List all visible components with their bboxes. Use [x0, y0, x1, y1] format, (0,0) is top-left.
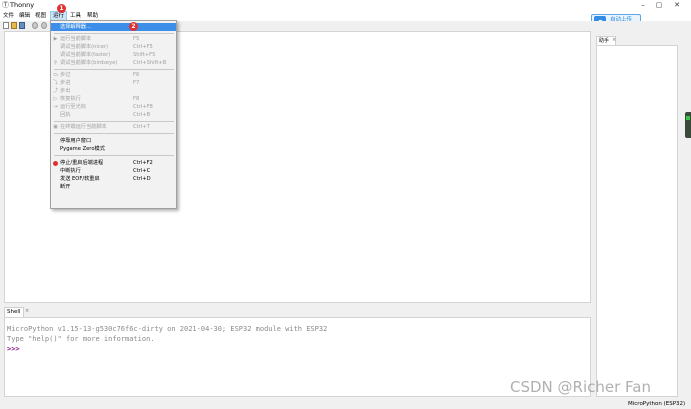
- open-folder-icon[interactable]: [11, 22, 17, 29]
- menu-separator: [54, 33, 174, 34]
- menu-item-debug-nicer[interactable]: 调试当前脚本(nicer) Ctrl+F5: [51, 44, 176, 51]
- menu-item-step-over[interactable]: ⤼ 步过 F6: [51, 72, 176, 79]
- side-handle-icon[interactable]: [685, 112, 691, 138]
- birdseye-icon: ⚲: [53, 60, 58, 66]
- window-title: Thonny: [10, 1, 35, 9]
- menu-item-run-current-script[interactable]: ▶ 运行当前脚本 F5: [51, 36, 176, 43]
- menu-item-debug-faster[interactable]: 调试当前脚本(faster) Shift+F5: [51, 52, 176, 59]
- menu-item-stop-restart-backend[interactable]: 停止/重启后端进程 Ctrl+F2: [51, 160, 176, 167]
- menu-item-debug-birdseye[interactable]: ⚲ 调试当前脚本(birdseye) Ctrl+Shift+B: [51, 60, 176, 67]
- menu-separator: [54, 133, 174, 134]
- menu-item-pygame-zero-mode[interactable]: Pygame Zero模式: [51, 146, 176, 153]
- interpreter-status[interactable]: MicroPython (ESP32): [628, 399, 685, 409]
- step-badge-1: 1: [57, 4, 66, 13]
- menu-item-step-into[interactable]: ⤵ 步进 F7: [51, 80, 176, 87]
- menu-edit[interactable]: 编辑: [17, 11, 32, 21]
- menu-view[interactable]: 视图: [33, 11, 48, 21]
- shell-line-version: MicroPython v1.15-13-g530c76f6c-dirty on…: [7, 325, 328, 333]
- assistant-close-icon[interactable]: ×: [612, 37, 616, 43]
- menu-separator: [54, 121, 174, 122]
- menu-item-select-interpreter[interactable]: 选择解释器...: [51, 23, 176, 31]
- run-dropdown-menu: 选择解释器... ▶ 运行当前脚本 F5 调试当前脚本(nicer) Ctrl+…: [50, 20, 177, 209]
- menu-item-disconnect[interactable]: 断开: [51, 184, 176, 191]
- shell-tab[interactable]: Shell: [4, 307, 24, 317]
- shell-line-help: Type "help()" for more information.: [7, 335, 155, 343]
- save-icon[interactable]: [19, 22, 25, 29]
- maximize-button[interactable]: ▢: [650, 0, 668, 11]
- menu-item-resume[interactable]: ▷ 恢复执行 F8: [51, 96, 176, 103]
- step-out-icon: ⤴: [53, 88, 59, 94]
- shell-console[interactable]: MicroPython v1.15-13-g530c76f6c-dirty on…: [4, 317, 591, 397]
- step-badge-2: 2: [129, 22, 138, 31]
- stop-icon: [53, 161, 58, 166]
- debug-icon[interactable]: [41, 22, 47, 29]
- watermark: CSDN @Richer Fan: [510, 378, 651, 396]
- thonny-logo-icon: Ⓣ: [2, 1, 9, 9]
- menu-file[interactable]: 文件: [1, 11, 16, 21]
- status-bar: MicroPython (ESP32): [0, 399, 691, 409]
- menu-item-interrupt[interactable]: 中断执行 Ctrl+C: [51, 168, 176, 175]
- resume-icon: ▷: [53, 96, 58, 102]
- run-to-cursor-icon: ⇥: [53, 104, 58, 110]
- menu-item-send-eof[interactable]: 发送 EOF/软重启 Ctrl+D: [51, 176, 176, 183]
- menu-separator: [54, 69, 174, 70]
- new-file-icon[interactable]: [3, 22, 9, 29]
- title-bar: Ⓣ Thonny – ▢ ✕: [0, 0, 691, 11]
- terminal-icon: ▣: [53, 124, 58, 130]
- menu-item-step-back[interactable]: 回执 Ctrl+B: [51, 112, 176, 119]
- run-icon: ▶: [53, 36, 58, 42]
- menu-item-run-to-cursor[interactable]: ⇥ 运行至光标 Ctrl+F8: [51, 104, 176, 111]
- menu-item-step-out[interactable]: ⤴ 步出: [51, 88, 176, 95]
- step-into-icon: ⤵: [53, 80, 59, 86]
- menu-item-dock-user-windows[interactable]: 停靠用户窗口: [51, 138, 176, 145]
- shell-close-icon[interactable]: ×: [25, 308, 29, 314]
- close-button[interactable]: ✕: [668, 0, 686, 11]
- menu-item-run-in-terminal[interactable]: ▣ 在终端运行当前脚本 Ctrl+T: [51, 124, 176, 131]
- assistant-panel: [596, 45, 678, 397]
- menu-separator: [54, 155, 174, 156]
- run-icon[interactable]: [32, 22, 38, 29]
- step-over-icon: ⤼: [53, 72, 59, 78]
- shell-prompt: >>>: [7, 345, 20, 353]
